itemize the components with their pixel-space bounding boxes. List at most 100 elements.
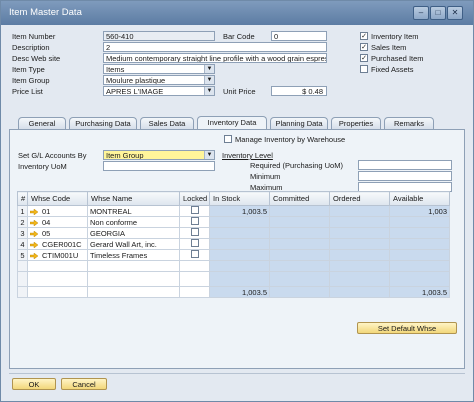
dropdown-arrow-icon[interactable]: ▼: [204, 65, 214, 73]
committed-cell: [269, 260, 330, 272]
cancel-button[interactable]: Cancel: [61, 378, 107, 390]
link-arrow-icon[interactable]: [30, 208, 38, 215]
item-group-value: Moulure plastique: [106, 76, 166, 85]
description-field[interactable]: 2: [103, 42, 327, 52]
bar-code-field[interactable]: 0: [271, 31, 327, 41]
tab-purchasing-data[interactable]: Purchasing Data: [69, 117, 137, 129]
locked-checkbox[interactable]: [190, 228, 199, 236]
in-stock-cell: 1,003.5: [209, 205, 270, 217]
in-stock-cell: [209, 227, 270, 239]
whse-code-cell[interactable]: 05: [27, 227, 88, 239]
row-number: [17, 260, 28, 272]
window-title: Item Master Data: [9, 7, 82, 18]
whse-name-cell[interactable]: MONTREAL: [87, 205, 180, 217]
whse-code-cell[interactable]: 04: [27, 216, 88, 228]
available-cell: 1,003: [389, 205, 450, 217]
col-header-whse-name[interactable]: Whse Name: [87, 191, 180, 206]
desc-web-field[interactable]: Medium contemporary straight line profil…: [103, 53, 327, 63]
col-header-available[interactable]: Available: [389, 191, 450, 206]
inventory-item-checkbox[interactable]: ✓: [360, 32, 368, 40]
purchased-item-checkbox[interactable]: ✓: [360, 54, 368, 62]
tab-properties[interactable]: Properties: [331, 117, 381, 129]
manage-by-warehouse-checkbox[interactable]: [224, 135, 232, 143]
col-header-locked[interactable]: Locked: [179, 191, 210, 206]
table-row[interactable]: 3 05 GEORGIA: [17, 227, 450, 239]
row-number: 2: [17, 216, 28, 228]
col-header-ordered[interactable]: Ordered: [329, 191, 390, 206]
item-number-field[interactable]: 560-410: [103, 31, 215, 41]
col-header-in-stock[interactable]: In Stock: [209, 191, 270, 206]
link-arrow-icon[interactable]: [30, 252, 38, 259]
locked-cell[interactable]: [179, 260, 210, 272]
close-icon[interactable]: ✕: [447, 6, 463, 20]
whse-code-cell[interactable]: [27, 260, 88, 272]
dropdown-arrow-icon[interactable]: ▼: [204, 76, 214, 84]
minimize-icon[interactable]: –: [413, 6, 429, 20]
tab-sales-data[interactable]: Sales Data: [140, 117, 194, 129]
table-row[interactable]: 4 CGER001C Gerard Wall Art, inc.: [17, 238, 450, 250]
locked-checkbox[interactable]: [190, 239, 199, 247]
locked-cell[interactable]: [179, 249, 210, 261]
locked-checkbox[interactable]: [190, 206, 199, 214]
link-arrow-icon[interactable]: [30, 241, 38, 248]
fixed-assets-checkbox[interactable]: [360, 65, 368, 73]
item-master-window: Item Master Data – □ ✕ Item Number 560-4…: [0, 0, 474, 402]
sales-item-checkbox[interactable]: ✓: [360, 43, 368, 51]
price-list-select[interactable]: APRES L'IMAGE ▼: [103, 86, 215, 96]
ok-button[interactable]: OK: [12, 378, 56, 390]
tab-general[interactable]: General: [18, 117, 66, 129]
item-type-select[interactable]: Items ▼: [103, 64, 215, 74]
gl-accounts-select[interactable]: Item Group ▼: [103, 150, 215, 160]
minimum-label: Minimum: [250, 172, 281, 181]
whse-code-cell[interactable]: 01: [27, 205, 88, 217]
whse-code-value: 05: [42, 228, 51, 238]
locked-checkbox[interactable]: [190, 217, 199, 225]
row-number: 5: [17, 249, 28, 261]
maximize-icon[interactable]: □: [430, 6, 446, 20]
fixed-assets-label: Fixed Assets: [371, 65, 414, 74]
whse-code-cell[interactable]: CTIM001U: [27, 249, 88, 261]
dropdown-arrow-icon[interactable]: ▼: [204, 87, 214, 95]
locked-cell[interactable]: [179, 205, 210, 217]
col-header-num: #: [17, 191, 28, 206]
locked-cell[interactable]: [179, 238, 210, 250]
whse-name-cell[interactable]: [87, 260, 180, 272]
locked-cell[interactable]: [179, 227, 210, 239]
link-arrow-icon[interactable]: [30, 219, 38, 226]
tab-inventory-data[interactable]: Inventory Data: [197, 116, 267, 129]
item-group-select[interactable]: Moulure plastique ▼: [103, 75, 215, 85]
col-header-whse-code[interactable]: Whse Code: [27, 191, 88, 206]
whse-name-cell[interactable]: GEORGIA: [87, 227, 180, 239]
whse-name-cell[interactable]: Non conforme: [87, 216, 180, 228]
tab-remarks[interactable]: Remarks: [384, 117, 434, 129]
row-number: 1: [17, 205, 28, 217]
whse-name-cell[interactable]: Timeless Frames: [87, 249, 180, 261]
required-field[interactable]: [358, 160, 452, 170]
title-bar[interactable]: Item Master Data – □ ✕: [1, 1, 473, 25]
minimum-field[interactable]: [358, 171, 452, 181]
table-row[interactable]: 1 01 MONTREAL 1,003.5 1,003: [17, 205, 450, 217]
ordered-cell: [329, 249, 390, 261]
ordered-cell: [329, 238, 390, 250]
whse-code-value: 04: [42, 217, 51, 227]
committed-cell: [269, 205, 330, 217]
committed-cell: [269, 216, 330, 228]
price-list-value: APRES L'IMAGE: [106, 87, 164, 96]
locked-checkbox[interactable]: [190, 250, 199, 258]
table-row[interactable]: 5 CTIM001U Timeless Frames: [17, 249, 450, 261]
table-row[interactable]: 2 04 Non conforme: [17, 216, 450, 228]
tab-planning-data[interactable]: Planning Data: [270, 117, 328, 129]
set-default-whse-button[interactable]: Set Default Whse: [357, 322, 457, 334]
link-arrow-icon[interactable]: [30, 230, 38, 237]
locked-cell[interactable]: [179, 216, 210, 228]
item-type-value: Items: [106, 65, 125, 74]
table-row[interactable]: [17, 260, 450, 272]
inventory-level-label: Inventory Level: [222, 151, 273, 160]
table-row-filler: [17, 271, 450, 287]
inventory-uom-field[interactable]: [103, 161, 215, 171]
whse-name-cell[interactable]: Gerard Wall Art, inc.: [87, 238, 180, 250]
dropdown-arrow-icon[interactable]: ▼: [204, 151, 214, 159]
unit-price-field[interactable]: $ 0.48: [271, 86, 327, 96]
col-header-committed[interactable]: Committed: [269, 191, 330, 206]
whse-code-cell[interactable]: CGER001C: [27, 238, 88, 250]
